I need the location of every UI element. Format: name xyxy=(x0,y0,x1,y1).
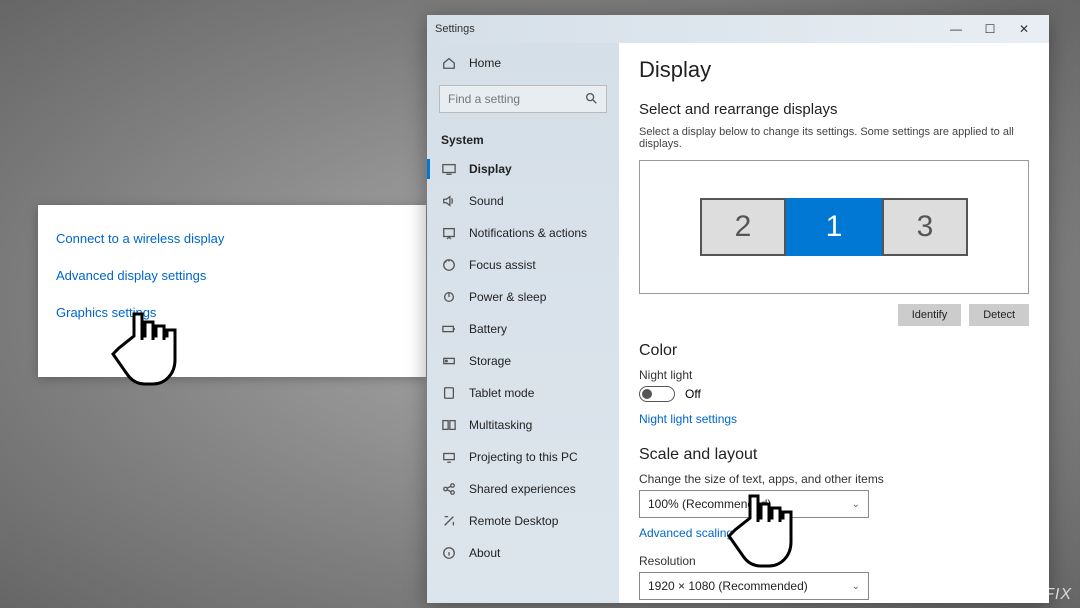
sidebar-item-label: Sound xyxy=(469,194,504,208)
search-placeholder: Find a setting xyxy=(448,92,584,106)
scale-label: Change the size of text, apps, and other… xyxy=(639,472,1029,486)
scale-heading: Scale and layout xyxy=(639,446,1029,464)
sidebar-item-tablet-mode[interactable]: Tablet mode xyxy=(427,377,619,409)
sidebar-home-label: Home xyxy=(469,56,501,70)
night-light-settings-link[interactable]: Night light settings xyxy=(639,412,737,426)
arrange-hint: Select a display below to change its set… xyxy=(639,126,1029,150)
sidebar-item-remote-desktop[interactable]: Remote Desktop xyxy=(427,505,619,537)
sidebar-item-label: Storage xyxy=(469,354,511,368)
night-light-label: Night light xyxy=(639,368,1029,382)
notifications-icon xyxy=(441,225,457,241)
resolution-label: Resolution xyxy=(639,554,1029,568)
sidebar-item-projecting[interactable]: Projecting to this PC xyxy=(427,441,619,473)
display-arrangement-box[interactable]: 2 1 3 xyxy=(639,160,1029,294)
projecting-icon xyxy=(441,449,457,465)
sidebar-item-battery[interactable]: Battery xyxy=(427,313,619,345)
shared-icon xyxy=(441,481,457,497)
sidebar-item-label: About xyxy=(469,546,500,560)
sidebar: Home Find a setting System Display Sound… xyxy=(427,43,619,603)
sidebar-item-label: Power & sleep xyxy=(469,290,546,304)
advanced-scaling-link[interactable]: Advanced scaling settings xyxy=(639,526,778,540)
sidebar-item-display[interactable]: Display xyxy=(427,153,619,185)
multitasking-icon xyxy=(441,417,457,433)
settings-window: Settings — ☐ ✕ Home Find a setting Syste… xyxy=(427,15,1049,603)
storage-icon xyxy=(441,353,457,369)
sidebar-home[interactable]: Home xyxy=(427,47,619,79)
titlebar[interactable]: Settings — ☐ ✕ xyxy=(427,15,1049,43)
sidebar-item-label: Projecting to this PC xyxy=(469,450,578,464)
sidebar-item-multitasking[interactable]: Multitasking xyxy=(427,409,619,441)
link-advanced-display-settings[interactable]: Advanced display settings xyxy=(56,268,408,283)
sidebar-item-label: Notifications & actions xyxy=(469,226,587,240)
resolution-dropdown[interactable]: 1920 × 1080 (Recommended) ⌄ xyxy=(639,572,869,600)
display-icon xyxy=(441,161,457,177)
watermark: UGETFIX xyxy=(996,586,1072,604)
sidebar-item-storage[interactable]: Storage xyxy=(427,345,619,377)
sidebar-item-label: Remote Desktop xyxy=(469,514,558,528)
related-settings-card: Connect to a wireless display Advanced d… xyxy=(38,205,426,377)
arrange-heading: Select and rearrange displays xyxy=(639,101,1029,118)
main-content: Display Select and rearrange displays Se… xyxy=(619,43,1049,603)
power-icon xyxy=(441,289,457,305)
identify-button[interactable]: Identify xyxy=(898,304,961,326)
battery-icon xyxy=(441,321,457,337)
chevron-down-icon: ⌄ xyxy=(852,499,860,510)
window-title: Settings xyxy=(435,23,475,35)
sidebar-item-shared-experiences[interactable]: Shared experiences xyxy=(427,473,619,505)
about-icon xyxy=(441,545,457,561)
detect-button[interactable]: Detect xyxy=(969,304,1029,326)
tablet-icon xyxy=(441,385,457,401)
sidebar-item-focus-assist[interactable]: Focus assist xyxy=(427,249,619,281)
home-icon xyxy=(441,55,457,71)
sidebar-item-sound[interactable]: Sound xyxy=(427,185,619,217)
sidebar-item-about[interactable]: About xyxy=(427,537,619,569)
sidebar-item-label: Tablet mode xyxy=(469,386,534,400)
close-button[interactable]: ✕ xyxy=(1007,19,1041,39)
focus-assist-icon xyxy=(441,257,457,273)
monitor-1[interactable]: 1 xyxy=(786,198,882,256)
resolution-value: 1920 × 1080 (Recommended) xyxy=(648,579,808,593)
page-title: Display xyxy=(639,57,1029,83)
sound-icon xyxy=(441,193,457,209)
night-light-state: Off xyxy=(685,387,701,401)
sidebar-item-label: Battery xyxy=(469,322,507,336)
sidebar-item-label: Shared experiences xyxy=(469,482,576,496)
chevron-down-icon: ⌄ xyxy=(852,581,860,592)
sidebar-section-label: System xyxy=(427,123,619,153)
color-heading: Color xyxy=(639,342,1029,360)
link-connect-wireless-display[interactable]: Connect to a wireless display xyxy=(56,231,408,246)
scale-value: 100% (Recommended) xyxy=(648,497,771,511)
monitor-3[interactable]: 3 xyxy=(882,198,968,256)
search-input[interactable]: Find a setting xyxy=(439,85,607,113)
sidebar-item-label: Focus assist xyxy=(469,258,536,272)
monitor-2[interactable]: 2 xyxy=(700,198,786,256)
night-light-toggle[interactable] xyxy=(639,386,675,402)
remote-icon xyxy=(441,513,457,529)
search-icon xyxy=(584,91,598,108)
link-graphics-settings[interactable]: Graphics settings xyxy=(56,305,408,320)
sidebar-item-power-sleep[interactable]: Power & sleep xyxy=(427,281,619,313)
sidebar-item-label: Display xyxy=(469,162,512,176)
scale-dropdown[interactable]: 100% (Recommended) ⌄ xyxy=(639,490,869,518)
maximize-button[interactable]: ☐ xyxy=(973,19,1007,39)
sidebar-item-notifications[interactable]: Notifications & actions xyxy=(427,217,619,249)
sidebar-item-label: Multitasking xyxy=(469,418,532,432)
minimize-button[interactable]: — xyxy=(939,19,973,39)
